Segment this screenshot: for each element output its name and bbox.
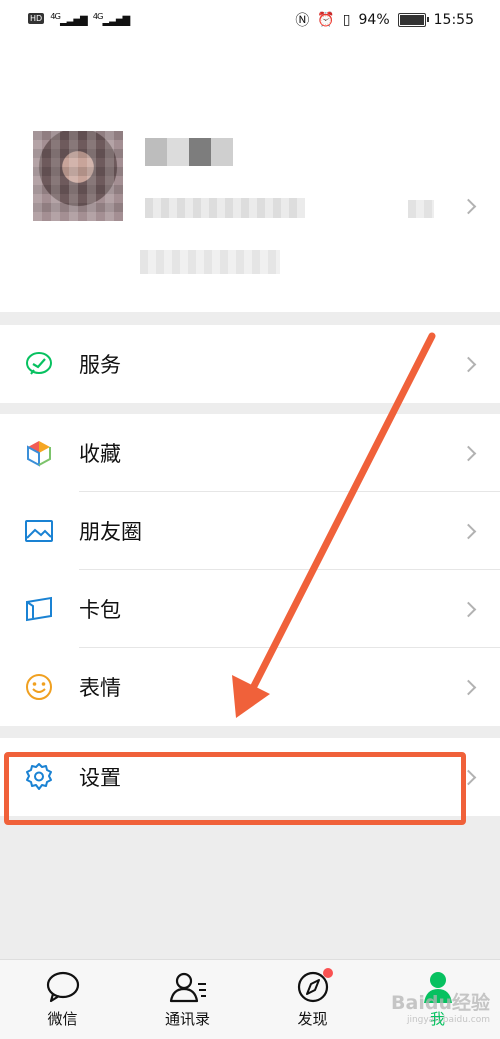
- annotation-highlight-box: [4, 752, 466, 825]
- battery-fill: [399, 15, 425, 25]
- pixelated-status[interactable]: [140, 250, 280, 274]
- card-wallet-icon: [26, 596, 52, 622]
- tab-label-contacts: 通讯录: [164, 1010, 210, 1028]
- menu-item-favorites[interactable]: 收藏: [0, 414, 500, 492]
- menu-label-services: 服务: [79, 353, 121, 377]
- baidu-watermark: Baidu经验 jingyan.baidu.com: [391, 988, 490, 1025]
- menu-item-services[interactable]: 服务: [0, 325, 500, 403]
- menu-label-cards: 卡包: [79, 598, 121, 622]
- clock: 15:55: [433, 12, 474, 28]
- signal-2: 4G▂▃▅▇: [92, 11, 131, 27]
- battery-percent: 94%: [358, 12, 390, 28]
- profile-card[interactable]: [0, 38, 500, 312]
- chat-bubble-icon: [46, 971, 79, 1003]
- chevron-right-icon: [460, 601, 477, 618]
- chevron-right-icon: [460, 198, 477, 215]
- alarm-icon: ⏰: [317, 12, 335, 28]
- menu-item-moments[interactable]: 朋友圈: [0, 492, 500, 570]
- hd-badge: HD: [28, 13, 45, 25]
- moments-image-icon: [25, 520, 53, 542]
- services-icon: [26, 352, 52, 375]
- battery-icon: [397, 13, 429, 27]
- menu-item-cards[interactable]: 卡包: [0, 570, 500, 648]
- menu-label-moments: 朋友圈: [79, 520, 142, 544]
- status-left: HD 4G▂▃▅▇ 4G▂▃▅▇: [28, 11, 131, 27]
- status-right: Ⓝ ⏰ ▯ 94% 15:55: [295, 10, 474, 30]
- status-bar: HD 4G▂▃▅▇ 4G▂▃▅▇ Ⓝ ⏰ ▯ 94% 15:55: [0, 0, 500, 38]
- network-type-2: 4G: [92, 11, 104, 21]
- watermark-text: Baidu经验: [391, 992, 490, 1014]
- group-main: 收藏 朋友圈 卡包 表情: [0, 414, 500, 726]
- menu-item-stickers[interactable]: 表情: [0, 648, 500, 726]
- bottom-tab-bar: 微信 通讯录 发现 我 Baidu经验 jingyan.baidu.com: [0, 959, 500, 1039]
- tab-contacts[interactable]: 通讯录: [125, 960, 250, 1039]
- network-type-1: 4G: [50, 11, 61, 21]
- chevron-right-icon: [460, 445, 477, 462]
- watermark-url: jingyan.baidu.com: [406, 1015, 490, 1025]
- favorites-cube-icon: [27, 441, 51, 467]
- smiley-icon: [26, 674, 52, 700]
- tab-label-discover: 发现: [297, 1010, 328, 1028]
- chevron-right-icon: [460, 679, 477, 696]
- avatar[interactable]: [33, 131, 123, 221]
- qr-code-icon[interactable]: [408, 200, 434, 218]
- nfc-icon: Ⓝ: [295, 13, 310, 29]
- chevron-right-icon: [460, 356, 477, 373]
- notification-dot: [323, 968, 333, 978]
- pixelated-wechat-id: [145, 198, 305, 218]
- pixelated-nickname: [145, 138, 233, 166]
- tab-label-chats: 微信: [47, 1010, 78, 1028]
- signal-1: 4G▂▃▅▇: [50, 11, 88, 27]
- tab-chats[interactable]: 微信: [0, 960, 125, 1039]
- chevron-right-icon: [460, 523, 477, 540]
- vibrate-icon: ▯: [342, 12, 351, 28]
- group-services: 服务: [0, 325, 500, 403]
- menu-label-stickers: 表情: [79, 676, 121, 700]
- menu-label-favorites: 收藏: [79, 442, 121, 466]
- contacts-icon: [169, 972, 206, 1003]
- tab-discover[interactable]: 发现: [250, 960, 375, 1039]
